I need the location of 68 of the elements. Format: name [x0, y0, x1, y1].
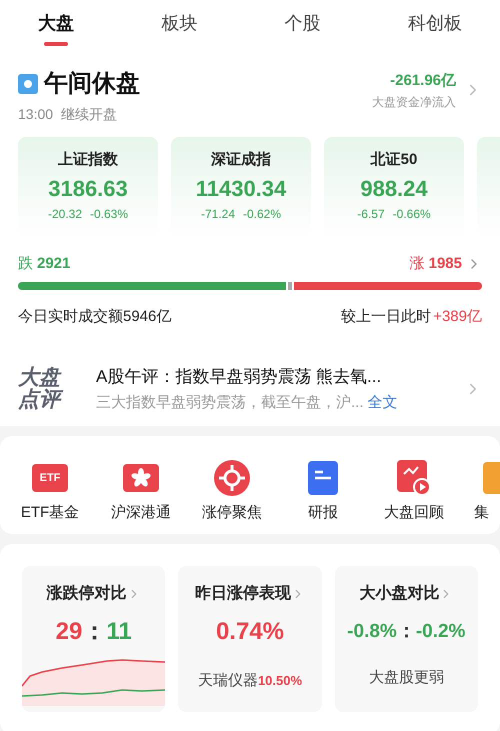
index-change: -71.24 — [200, 206, 235, 222]
index-value: 3186.63 — [48, 174, 128, 202]
stat-separator: ： — [396, 621, 416, 642]
tab[interactable]: 科创板 — [400, 0, 470, 46]
turnover-label: 今日实时成交额5946亿 — [18, 306, 172, 326]
index-name: 北证50 — [370, 150, 418, 170]
document-icon — [308, 461, 338, 495]
compare-value: +389亿 — [433, 308, 482, 324]
session-title: 午间休盘 — [44, 69, 140, 99]
stat-note: 大盘股更弱 — [368, 668, 444, 688]
shortcut-label: 研报 — [308, 503, 338, 523]
stat-value: -0.8% — [347, 621, 397, 642]
tab[interactable]: 大盘 — [30, 0, 82, 46]
index-value: 11430.34 — [196, 174, 286, 202]
stat-card[interactable]: 昨日涨停表现 0.74% 天瑞仪器10.50% — [178, 566, 322, 712]
logo-text: 大盘 — [18, 367, 62, 389]
index-value: 988.24 — [360, 174, 428, 202]
shortcut-button[interactable]: 研报 — [292, 460, 354, 524]
shortcut-label: 大盘回顾 — [384, 503, 444, 523]
full-text-link[interactable]: 全文 — [368, 394, 398, 410]
stat-value: 0.74% — [216, 617, 284, 647]
index-change: -20.32 — [48, 206, 82, 222]
flower-icon — [123, 464, 159, 492]
reopen-label: 继续开盘 — [61, 105, 118, 124]
shortcut-label: 集 — [474, 503, 489, 523]
index-percent: -0.66% — [392, 206, 431, 222]
fall-count: 2921 — [37, 255, 70, 272]
stat-value: -0.2% — [416, 621, 466, 642]
index-percent: -0.63% — [90, 206, 128, 222]
net-flow-value: -261.96亿 — [389, 71, 456, 91]
etf-icon: ETF — [32, 464, 68, 492]
index-name: 深证成指 — [211, 150, 271, 170]
shortcut-button[interactable]: 集 — [474, 460, 500, 524]
stat-value: 11 — [106, 618, 132, 645]
stat-value: 29 — [56, 618, 82, 645]
stat-title: 昨日涨停表现 — [194, 584, 291, 604]
shortcut-label: 沪深港通 — [111, 503, 171, 523]
stat-note: 天瑞仪器 — [198, 672, 258, 689]
shortcut-button[interactable]: ETF ETF基金 — [19, 460, 81, 524]
stat-card[interactable]: 大小盘对比 -0.8%：-0.2% 大盘股更弱 — [334, 566, 478, 712]
sun-icon — [18, 74, 38, 94]
shortcut-button[interactable]: 涨停聚焦 — [201, 460, 263, 524]
shortcut-label: ETF基金 — [20, 503, 80, 523]
stat-note-value: 10.50% — [258, 673, 302, 688]
tab[interactable]: 个股 — [276, 0, 329, 46]
rise-label: 涨 — [410, 254, 425, 274]
review-title[interactable]: A股午评：指数早盘弱势震荡 熊去氧... — [96, 364, 464, 390]
stat-title: 涨跌停对比 — [46, 584, 127, 604]
reopen-time: 13:00 — [18, 105, 54, 124]
tab[interactable]: 板块 — [153, 0, 206, 46]
index-change: -6.57 — [357, 206, 385, 222]
compare-label: 较上一日此时 — [341, 308, 432, 324]
shortcut-label: 涨停聚焦 — [202, 503, 262, 523]
net-flow-label: 大盘资金净流入 — [372, 94, 456, 110]
tab-indicator — [44, 42, 68, 46]
chart-play-icon — [397, 460, 431, 496]
review-summary: 三大指数早盘弱势震荡，截至午盘，沪... — [96, 394, 364, 410]
index-name: 上证指数 — [58, 150, 118, 170]
logo-text: 点评 — [18, 389, 76, 411]
shortcut-button[interactable]: 沪深港通 — [110, 460, 172, 524]
rise-count: 1985 — [428, 254, 462, 274]
stat-title: 大小盘对比 — [359, 584, 440, 604]
stat-card[interactable]: 涨跌停对比 29：11 — [22, 566, 166, 712]
index-percent: -0.62% — [243, 206, 282, 222]
fall-label: 跌 — [18, 255, 33, 272]
shortcut-button[interactable]: 大盘回顾 — [383, 460, 445, 524]
stat-separator: ： — [82, 618, 106, 645]
target-icon — [214, 460, 250, 496]
